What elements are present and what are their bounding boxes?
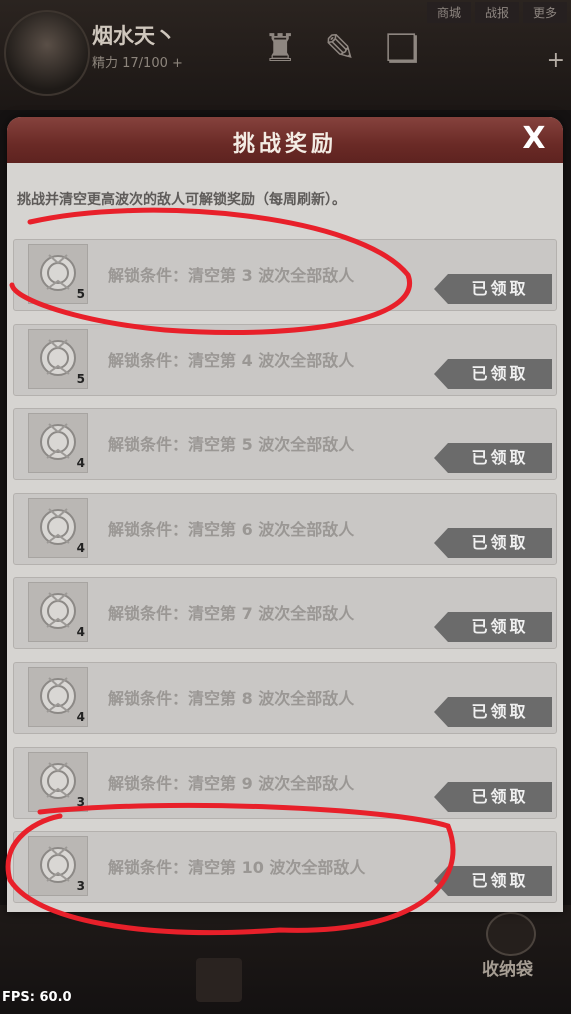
bag-icon[interactable] — [486, 912, 536, 956]
claimed-button-label: 已领取 — [471, 702, 529, 721]
add-icon[interactable]: + — [547, 48, 565, 73]
unlock-condition: 解锁条件：清空第 6 波次全部敌人 — [108, 520, 355, 539]
reward-row: 4 解锁条件：清空第 6 波次全部敌人已领取 — [13, 493, 557, 565]
claimed-button[interactable]: 已领取 — [434, 274, 552, 304]
reward-row: 3 解锁条件：清空第 10 波次全部敌人已领取 — [13, 831, 557, 903]
top-links: 商城 战报 更多 — [426, 2, 567, 23]
close-button[interactable]: X — [517, 122, 551, 156]
reward-count: 5 — [76, 372, 85, 386]
reward-row: 5 解锁条件：清空第 4 波次全部敌人已领取 — [13, 324, 557, 396]
reward-count: 5 — [76, 287, 85, 301]
reward-medal-icon[interactable]: 3 — [28, 836, 88, 896]
reward-row: 5 解锁条件：清空第 3 波次全部敌人已领取 — [13, 239, 557, 311]
avatar[interactable] — [4, 10, 90, 96]
reward-row: 4 解锁条件：清空第 5 波次全部敌人已领取 — [13, 408, 557, 480]
unlock-condition: 解锁条件：清空第 8 波次全部敌人 — [108, 689, 355, 708]
claimed-button-label: 已领取 — [471, 448, 529, 467]
reward-medal-icon[interactable]: 3 — [28, 752, 88, 812]
top-link-report[interactable]: 战报 — [474, 2, 519, 23]
reward-medal-icon[interactable]: 5 — [28, 329, 88, 389]
unlock-condition: 解锁条件：清空第 7 波次全部敌人 — [108, 604, 355, 623]
reward-medal-icon[interactable]: 4 — [28, 667, 88, 727]
claimed-button-label: 已领取 — [471, 533, 529, 552]
reward-medal-icon[interactable]: 4 — [28, 413, 88, 473]
trophy-icon[interactable]: ♜ — [258, 22, 302, 74]
map-icon[interactable] — [196, 958, 242, 1002]
claimed-button-label: 已领取 — [471, 617, 529, 636]
claimed-button[interactable]: 已领取 — [434, 697, 552, 727]
unlock-condition: 解锁条件：清空第 3 波次全部敌人 — [108, 266, 355, 285]
reward-count: 4 — [76, 625, 85, 639]
modal-title: 挑战奖励 — [232, 132, 337, 157]
reward-medal-icon[interactable]: 5 — [28, 244, 88, 304]
intro-text: 挑战并清空更高波次的敌人可解锁奖励（每周刷新）。 — [17, 192, 346, 208]
book-icon[interactable]: ❏ — [380, 22, 424, 74]
top-link-more[interactable]: 更多 — [522, 2, 567, 23]
unlock-condition: 解锁条件：清空第 9 波次全部敌人 — [108, 774, 355, 793]
modal-header: 挑战奖励 X — [7, 117, 563, 163]
reward-row: 3 解锁条件：清空第 9 波次全部敌人已领取 — [13, 747, 557, 819]
claimed-button[interactable]: 已领取 — [434, 866, 552, 896]
reward-count: 4 — [76, 456, 85, 470]
claimed-button[interactable]: 已领取 — [434, 443, 552, 473]
reward-medal-icon[interactable]: 4 — [28, 498, 88, 558]
top-link-shop[interactable]: 商城 — [426, 2, 471, 23]
top-bar: 烟水天丶 精力 17/100 + ♜ ✎ ❏ 商城 战报 更多 + — [0, 0, 571, 110]
reward-count: 4 — [76, 710, 85, 724]
unlock-condition: 解锁条件：清空第 5 波次全部敌人 — [108, 435, 355, 454]
scroll-icon[interactable]: ✎ — [318, 22, 362, 74]
collect-bag-label[interactable]: 收纳袋 — [482, 955, 533, 980]
player-name: 烟水天丶 — [92, 24, 176, 48]
stamina-counter: 精力 17/100 + — [92, 56, 183, 71]
claimed-button-label: 已领取 — [471, 364, 529, 383]
claimed-button[interactable]: 已领取 — [434, 359, 552, 389]
unlock-condition: 解锁条件：清空第 10 波次全部敌人 — [108, 858, 366, 877]
claimed-button[interactable]: 已领取 — [434, 612, 552, 642]
reward-row: 4 解锁条件：清空第 7 波次全部敌人已领取 — [13, 577, 557, 649]
claimed-button-label: 已领取 — [471, 787, 529, 806]
fps-counter: FPS: 60.0 — [2, 990, 72, 1005]
reward-count: 3 — [76, 879, 85, 893]
reward-count: 4 — [76, 541, 85, 555]
reward-count: 3 — [76, 795, 85, 809]
unlock-condition: 解锁条件：清空第 4 波次全部敌人 — [108, 351, 355, 370]
reward-row: 4 解锁条件：清空第 8 波次全部敌人已领取 — [13, 662, 557, 734]
reward-medal-icon[interactable]: 4 — [28, 582, 88, 642]
claimed-button[interactable]: 已领取 — [434, 782, 552, 812]
claimed-button[interactable]: 已领取 — [434, 528, 552, 558]
claimed-button-label: 已领取 — [471, 279, 529, 298]
claimed-button-label: 已领取 — [471, 871, 529, 890]
challenge-rewards-modal: 挑战奖励 X 挑战并清空更高波次的敌人可解锁奖励（每周刷新）。 5 解锁条件：清空… — [7, 117, 563, 912]
